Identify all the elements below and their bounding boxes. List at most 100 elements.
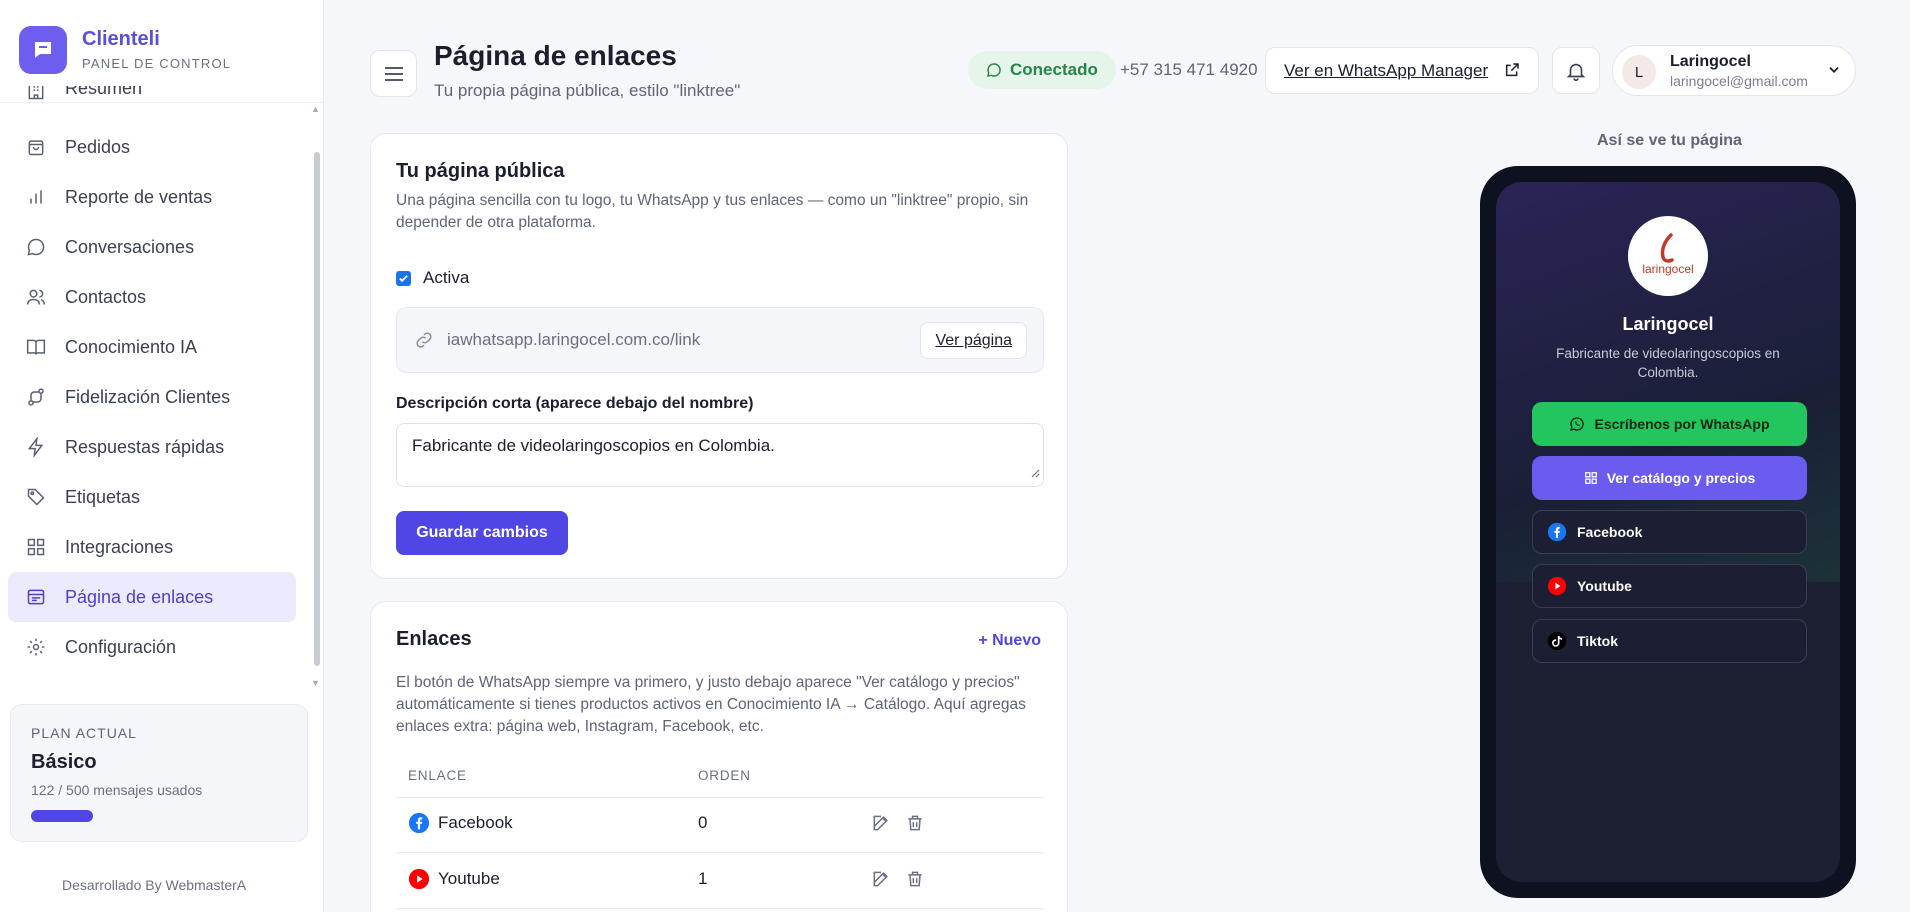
grid-icon — [1584, 471, 1598, 485]
youtube-icon — [1547, 576, 1567, 596]
sidebar-item-label: Respuestas rápidas — [65, 436, 225, 457]
edit-icon[interactable] — [871, 813, 891, 838]
description-label: Descripción corta (aparece debajo del no… — [396, 395, 754, 412]
gear-icon — [25, 636, 47, 658]
sidebar-item-label: Página de enlaces — [65, 586, 214, 607]
sidebar-item-label: Etiquetas — [65, 486, 141, 507]
preview-link-tiktok[interactable]: Tiktok — [1532, 619, 1807, 663]
book-icon — [25, 336, 47, 358]
trash-icon[interactable] — [905, 813, 925, 838]
grid-icon — [25, 536, 47, 558]
edit-icon[interactable] — [871, 869, 891, 894]
plan-card: PLAN ACTUAL Básico 122 / 500 mensajes us… — [10, 704, 308, 842]
preview-link-label: Youtube — [1577, 578, 1632, 594]
sidebar-item-conocimiento-ia[interactable]: Conocimiento IA — [8, 322, 296, 372]
whatsapp-button-label: Escríbenos por WhatsApp — [1594, 416, 1770, 432]
card-description: El botón de WhatsApp siempre va primero,… — [396, 674, 1026, 735]
chevron-down-icon — [1827, 63, 1841, 82]
description-value: Fabricante de videolaringoscopios en Col… — [412, 436, 775, 455]
chat-logo-icon — [19, 26, 67, 74]
user-menu[interactable]: L Laringocel laringocel@gmail.com — [1612, 45, 1856, 96]
preview-catalog-button[interactable]: Ver catálogo y precios — [1532, 456, 1807, 500]
route-icon — [25, 386, 47, 408]
resize-handle-icon[interactable] — [1030, 463, 1040, 483]
active-checkbox[interactable] — [396, 270, 411, 286]
bar-chart-icon — [25, 186, 47, 208]
table-row: Facebook 0 — [396, 798, 1044, 853]
facebook-icon — [408, 812, 430, 834]
sidebar-item-etiquetas[interactable]: Etiquetas — [8, 472, 296, 522]
scroll-up-arrow-icon[interactable]: ▲ — [311, 104, 320, 114]
sidebar-item-label: Pedidos — [65, 136, 131, 157]
external-link-icon — [1504, 62, 1520, 83]
link-name: Youtube — [438, 869, 500, 888]
active-label: Activa — [423, 268, 470, 287]
sidebar-item-pedidos[interactable]: Pedidos — [8, 122, 296, 172]
public-url: iawhatsapp.laringocel.com.co/link — [447, 330, 701, 349]
catalog-button-label: Ver catálogo y precios — [1606, 470, 1756, 486]
sidebar-item-configuracion[interactable]: Configuración — [8, 622, 296, 672]
user-name: Laringocel — [1670, 53, 1751, 70]
bag-icon — [25, 136, 47, 158]
footer-credit: Desarrollado By WebmasterA — [62, 877, 247, 893]
scroll-down-arrow-icon[interactable]: ▼ — [311, 678, 320, 688]
sidebar-item-pagina-enlaces[interactable]: Página de enlaces — [8, 572, 296, 622]
sidebar-scrollbar[interactable] — [314, 152, 320, 666]
trash-icon[interactable] — [905, 869, 925, 894]
bolt-icon — [25, 436, 47, 458]
link-name: Facebook — [438, 813, 513, 832]
plan-usage-bar — [31, 810, 93, 822]
phone-preview: laringocel Laringocel Fabricante de vide… — [1480, 166, 1856, 898]
sidebar-item-fidelizacion[interactable]: Fidelización Clientes — [8, 372, 296, 422]
preview-description: Fabricante de videolaringoscopios en Col… — [1556, 346, 1780, 380]
description-textarea[interactable]: Fabricante de videolaringoscopios en Col… — [396, 423, 1044, 487]
building-icon — [25, 86, 47, 102]
sidebar-item-contactos[interactable]: Contactos — [8, 272, 296, 322]
whatsapp-icon — [1569, 416, 1585, 432]
sidebar-item-integraciones[interactable]: Integraciones — [8, 522, 296, 572]
bell-icon — [1566, 63, 1586, 81]
whatsapp-manager-label: Ver en WhatsApp Manager — [1284, 60, 1489, 80]
new-link-button[interactable]: + Nuevo — [978, 632, 1041, 650]
link-cell: Facebook — [408, 812, 513, 834]
logo-text: laringocel — [1642, 262, 1693, 276]
sidebar-item-label: Fidelización Clientes — [65, 386, 231, 407]
facebook-icon — [1547, 522, 1567, 542]
column-header-order: ORDEN — [698, 768, 751, 783]
sidebar-item-label: Configuración — [65, 636, 177, 657]
users-icon — [25, 286, 47, 308]
link-order: 1 — [698, 869, 708, 888]
brand-subtitle: PANEL DE CONTROL — [82, 56, 232, 71]
brand-name: Clienteli — [82, 28, 160, 50]
preview-whatsapp-button[interactable]: Escríbenos por WhatsApp — [1532, 402, 1807, 446]
plan-name: Básico — [31, 751, 97, 773]
link-cell: Youtube — [408, 868, 500, 890]
sidebar-item-conversaciones[interactable]: Conversaciones — [8, 222, 296, 272]
notifications-button[interactable] — [1552, 47, 1600, 94]
card-title: Enlaces — [396, 628, 472, 650]
save-button[interactable]: Guardar cambios — [396, 511, 568, 555]
whatsapp-manager-link[interactable]: Ver en WhatsApp Manager — [1265, 47, 1539, 94]
company-logo: laringocel — [1628, 216, 1708, 296]
sidebar-item-resumen[interactable]: Resumen — [8, 86, 296, 122]
link-icon — [414, 330, 434, 355]
view-page-button[interactable]: Ver página — [920, 322, 1027, 359]
table-header: ENLACE ORDEN — [396, 764, 1044, 798]
preview-link-youtube[interactable]: Youtube — [1532, 564, 1807, 608]
menu-toggle-button[interactable] — [370, 50, 417, 97]
user-email: laringocel@gmail.com — [1670, 73, 1808, 89]
sidebar-item-label: Integraciones — [65, 536, 174, 557]
sidebar-item-respuestas-rapidas[interactable]: Respuestas rápidas — [8, 422, 296, 472]
table-row: Youtube 1 — [396, 854, 1044, 909]
preview-label: Así se ve tu página — [1597, 132, 1742, 149]
page-title: Página de enlaces — [434, 40, 677, 71]
page-subtitle: Tu propia página pública, estilo "linktr… — [434, 81, 741, 100]
preview-link-facebook[interactable]: Facebook — [1532, 510, 1807, 554]
row-actions — [871, 869, 925, 894]
status-badge: Conectado — [968, 51, 1116, 89]
sidebar-item-reporte-ventas[interactable]: Reporte de ventas — [8, 172, 296, 222]
sidebar-item-label: Resumen — [65, 86, 143, 98]
sidebar-nav: Resumen Pedidos Reporte de ventas Conver… — [8, 86, 296, 672]
active-toggle[interactable]: Activa — [396, 268, 469, 288]
tag-icon — [25, 486, 47, 508]
